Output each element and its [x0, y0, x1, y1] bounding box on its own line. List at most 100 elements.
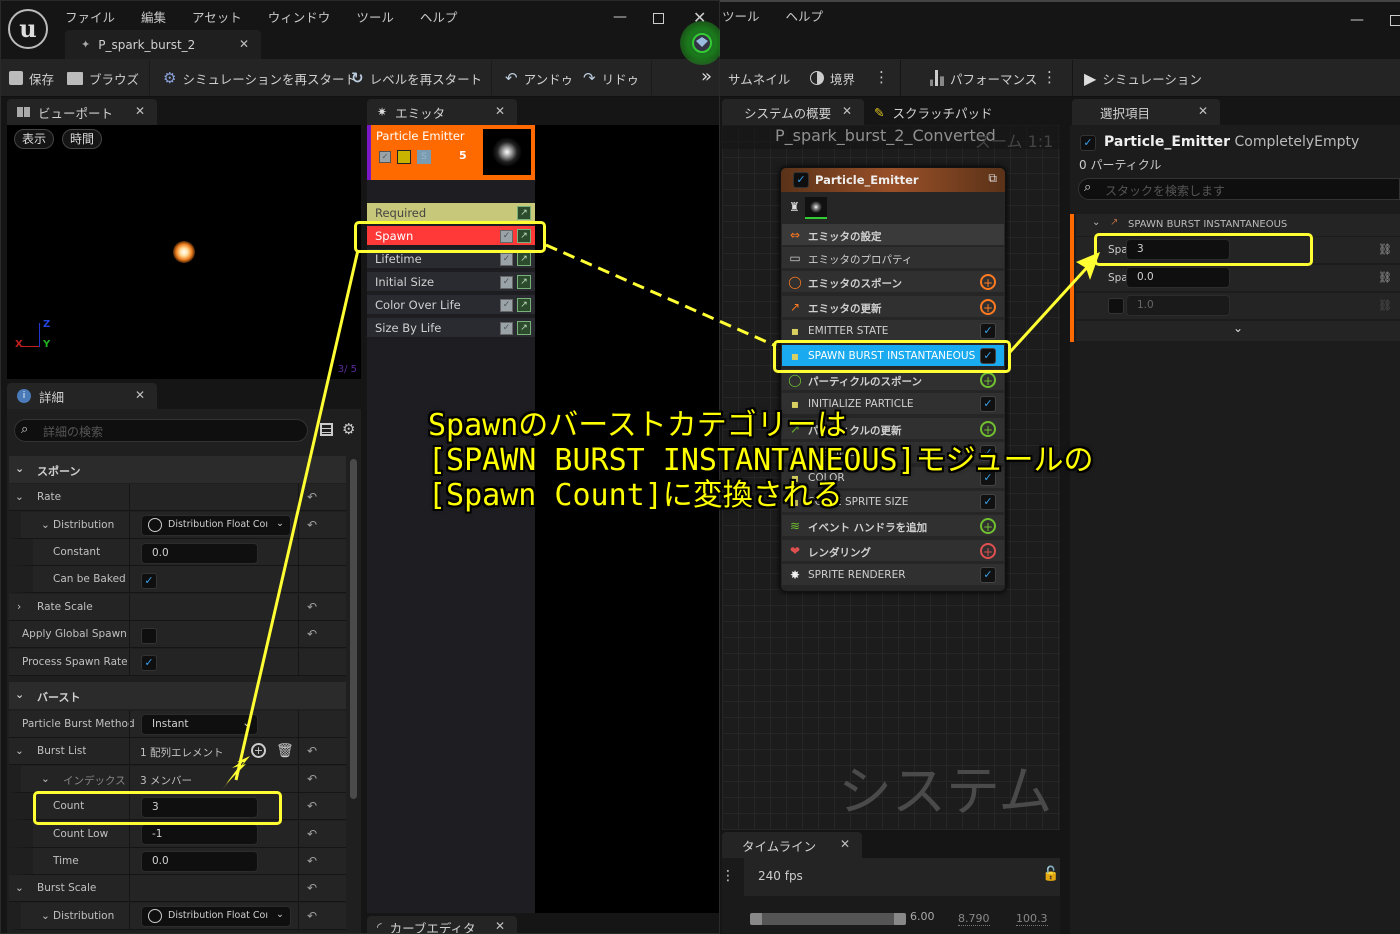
solo-button[interactable]: S — [417, 150, 431, 164]
module-enable-checkbox[interactable]: ✓ — [500, 276, 513, 289]
viewport[interactable]: 表示 時間 Z X Y 3/ 5 — [7, 125, 361, 379]
module-enable-checkbox[interactable]: ✓ — [980, 567, 996, 584]
curve-toggle-icon[interactable]: ↗ — [517, 321, 531, 335]
tab-selection[interactable]: 選択項目 ✕ — [1072, 99, 1220, 125]
reset-icon[interactable]: ↶ — [307, 799, 317, 813]
node-enable-checkbox[interactable]: ✓ — [793, 172, 809, 188]
emitters-tab[interactable]: ✷ エミッタ ✕ — [367, 99, 517, 125]
node-row-エミッタの更新[interactable]: ↗ エミッタの更新 + — [782, 295, 1004, 319]
reset-icon[interactable]: ↶ — [307, 744, 317, 758]
emitter-enabled-checkbox[interactable]: ✓ — [1080, 135, 1096, 151]
redo-button[interactable]: ↷ リドゥ — [583, 60, 639, 96]
add-element-icon[interactable]: + — [251, 743, 266, 758]
property-index-0[interactable]: ⌄インデックス [ 03 メンバー↶ — [9, 766, 346, 793]
module-color-over-life[interactable]: Color Over Life ✓ ↗ — [367, 295, 535, 316]
constant-input[interactable]: 0.0 — [141, 543, 258, 564]
param-spawn-prob[interactable]: Spawn Prob ⛓ — [1076, 293, 1400, 320]
close-tab-icon[interactable]: ✕ — [840, 837, 850, 851]
time-button[interactable]: 時間 — [62, 129, 102, 149]
close-tab-icon[interactable]: ✕ — [135, 104, 145, 118]
module-enable-checkbox[interactable]: ✓ — [500, 299, 513, 312]
close-tab-icon[interactable]: ✕ — [135, 388, 145, 402]
details-scrollbar[interactable] — [350, 459, 357, 799]
open-external-icon[interactable]: ⧉ — [988, 171, 997, 186]
menu-help[interactable]: ヘルプ — [786, 9, 824, 24]
performance-options-icon[interactable]: ⋮ — [1042, 68, 1057, 86]
node-header[interactable]: ✓ Particle_Emitter ⧉ — [781, 168, 1005, 192]
menu-file[interactable]: ファイル — [65, 10, 115, 25]
add-module-icon[interactable]: + — [980, 518, 996, 535]
minimize-button[interactable]: — — [613, 9, 627, 25]
reset-icon[interactable]: ↶ — [307, 909, 317, 923]
can-be-baked-checkbox[interactable]: ✓ — [141, 573, 157, 589]
delete-all-icon[interactable]: 🗑 — [276, 743, 294, 759]
tab-scratch-pad[interactable]: ✎ スクラッチパッド — [864, 99, 1064, 125]
add-module-icon[interactable]: + — [980, 274, 996, 291]
property-can-be-baked[interactable]: Can be Baked — [9, 566, 346, 593]
overflow-chevron-icon[interactable]: » — [701, 66, 712, 87]
restart-simulation-button[interactable]: ⚙ シミュレーションを再スタート — [163, 60, 357, 96]
node-row-エミッタの設定[interactable]: ⇔ エミッタの設定 — [782, 224, 1004, 247]
node-row-レンダリング[interactable]: ❤ レンダリング + — [782, 539, 1004, 563]
module-enable-checkbox[interactable]: ✓ — [980, 323, 996, 340]
menu-asset[interactable]: アセット — [192, 10, 242, 25]
param-spawn-time[interactable]: Spawn Time ⛓ — [1076, 265, 1400, 292]
browse-button[interactable]: ブラウズ — [67, 60, 139, 96]
viewport-tab[interactable]: ビューポート ✕ — [7, 99, 157, 125]
spawn-prob-checkbox[interactable] — [1108, 298, 1124, 314]
node-row-エミッタのプロパティ[interactable]: ▭ エミッタのプロパティ — [782, 247, 1004, 270]
timeline-value-b[interactable]: 100.3 — [1016, 912, 1048, 926]
performance-button[interactable]: パフォーマンス — [930, 60, 1037, 96]
process-spawn-rate-checkbox[interactable]: ✓ — [141, 655, 157, 671]
close-tab-icon[interactable]: ✕ — [842, 104, 852, 118]
reset-icon[interactable]: ↶ — [307, 854, 317, 868]
module-enable-checkbox[interactable]: ✓ — [500, 322, 513, 335]
reset-icon[interactable]: ↶ — [307, 600, 317, 614]
close-tab-icon[interactable]: ✕ — [239, 37, 249, 51]
expand-more-icon[interactable]: ⌄ — [1076, 321, 1400, 341]
emitter-mode-icon[interactable] — [397, 150, 411, 164]
emitter-header[interactable]: Particle Emitter ✓ S 5 — [367, 125, 535, 180]
property-process-spawn-rate[interactable]: Process Spawn Rate — [9, 649, 346, 676]
timeline-range-slider[interactable] — [750, 913, 906, 925]
reset-icon[interactable]: ↶ — [307, 881, 317, 895]
restart-level-button[interactable]: ↻ レベルを再スタート — [351, 60, 482, 96]
minimize-button[interactable]: — — [1350, 12, 1364, 28]
lock-icon[interactable]: 🔓 — [1042, 866, 1059, 882]
menu-edit[interactable]: 編集 — [141, 10, 166, 25]
table-view-icon[interactable] — [320, 423, 333, 436]
section-spawn[interactable]: ⌄ スポーン — [9, 456, 346, 483]
curve-toggle-icon[interactable]: ↗ — [517, 206, 531, 220]
property-burst-list[interactable]: ⌄ Burst List 1 配列エレメント ↶ — [9, 738, 346, 765]
emitter-enable-checkbox[interactable]: ✓ — [379, 151, 391, 163]
curve-toggle-icon[interactable]: ↗ — [517, 275, 531, 289]
reset-icon[interactable]: ↶ — [307, 490, 317, 504]
link-icon[interactable]: ⛓ — [1378, 271, 1392, 284]
stack-search-input[interactable]: ⌕ スタックを検索します — [1078, 178, 1400, 200]
property-apply-global-spawn-rate[interactable]: Apply Global Spawn Ra↶ — [9, 621, 346, 648]
property-rate[interactable]: ⌄ Rate ↶ — [9, 484, 346, 511]
node-row-エミッタのスポーン[interactable]: ◯ エミッタのスポーン + — [782, 271, 1004, 295]
tab-timeline[interactable]: タイムライン ✕ — [722, 832, 862, 858]
curve-toggle-icon[interactable]: ↗ — [517, 298, 531, 312]
thumbnail-button[interactable]: サムネイル — [728, 60, 790, 96]
module-initial-size[interactable]: Initial Size ✓ ↗ — [367, 272, 535, 293]
floating-app-icon[interactable] — [680, 21, 724, 65]
settings-gear-icon[interactable]: ⚙ — [342, 420, 355, 438]
undo-button[interactable]: ↶ アンドゥ — [505, 60, 573, 96]
asset-tab[interactable]: ✦ P_spark_burst_2 ✕ — [65, 30, 261, 59]
close-tab-icon[interactable]: ✕ — [495, 104, 505, 118]
curve-toggle-icon[interactable]: ↗ — [517, 252, 531, 266]
bounds-button[interactable]: 境界 — [810, 60, 855, 96]
tab-system-overview[interactable]: システムの概要 ✕ — [722, 99, 864, 125]
timeline-value-a[interactable]: 8.790 — [958, 912, 990, 926]
reset-icon[interactable]: ↶ — [307, 772, 317, 786]
node-row-イベント-ハンドラを追加[interactable]: ≋ イベント ハンドラを追加 + — [782, 515, 1004, 539]
details-search-input[interactable]: ⌕ 詳細の検索 — [14, 419, 308, 442]
maximize-button[interactable] — [1390, 15, 1400, 26]
menu-window[interactable]: ウィンドウ — [268, 10, 331, 25]
apply-global-checkbox[interactable] — [141, 628, 157, 644]
property-rate-scale[interactable]: › Rate Scale ↶ — [9, 594, 346, 621]
property-burst-scale[interactable]: ⌄ Burst Scale ↶ — [9, 875, 346, 902]
menu-help[interactable]: ヘルプ — [420, 10, 458, 25]
